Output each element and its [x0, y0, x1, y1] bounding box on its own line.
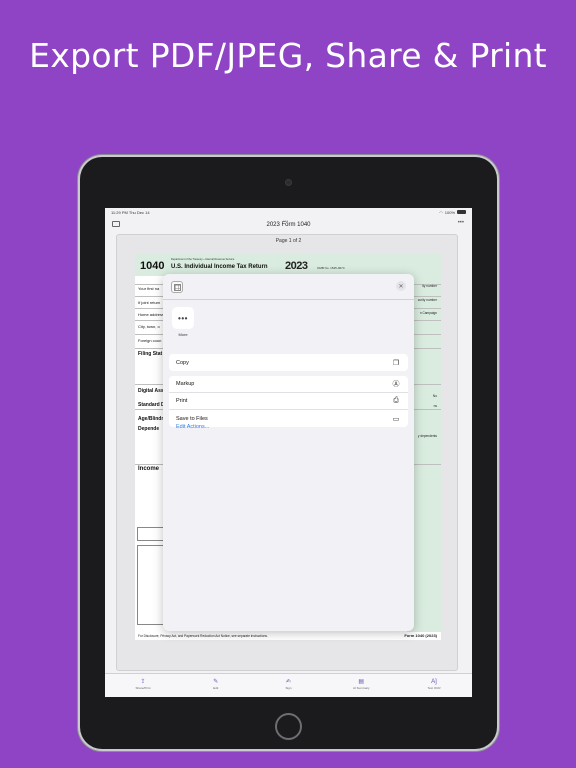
tab-ai-summary[interactable]: ▤ AI Summary: [331, 678, 391, 697]
action-label: Print: [176, 398, 188, 404]
action-label: Save to Files: [176, 415, 208, 422]
form-label: Filing Stat: [138, 351, 163, 357]
form-deduction-box: [137, 545, 165, 625]
status-right: ◠ 100%: [439, 210, 466, 215]
form-number: 1040: [140, 260, 165, 272]
form-label: If joint return: [138, 300, 161, 305]
page-indicator: Page 1 of 2: [275, 238, 302, 244]
form-right-label: ity number: [422, 284, 437, 288]
status-bar: 11:29 PM Thu Dec 14 ◠ 100%: [105, 208, 472, 216]
nav-bar: ••• 2023 Form 1040 •••: [105, 218, 472, 232]
action-label: Markup: [176, 381, 195, 387]
form-agency: Department of the Treasury—Internal Reve…: [171, 258, 235, 261]
document-thumbnail: [171, 281, 183, 293]
wifi-icon: ◠: [439, 209, 443, 215]
printer-icon: ⎙: [393, 397, 399, 404]
screen: 11:29 PM Thu Dec 14 ◠ 100% ••• 2023 Form…: [105, 208, 472, 697]
copy-icon: ❐: [392, 359, 400, 367]
headline: Export PDF/JPEG, Share & Print: [29, 36, 547, 75]
more-apps-button[interactable]: •••: [172, 307, 194, 329]
tab-edit[interactable]: ✎ Edit: [186, 678, 246, 697]
markup-icon: Ⓐ: [392, 381, 400, 388]
form-title: U.S. Individual Income Tax Return: [171, 264, 268, 270]
sheet-divider: [163, 299, 414, 300]
form-header: 1040 Department of the Treasury—Internal…: [135, 254, 441, 276]
copy-action[interactable]: Copy ❐: [169, 354, 408, 371]
multitask-dots[interactable]: •••: [283, 219, 288, 225]
battery-icon: [457, 210, 466, 214]
camera: [285, 179, 292, 186]
document-title: 2023 Form 1040: [266, 222, 311, 228]
share-sheet: ✕ ••• More Copy ❐ Markup Ⓐ Print ⎙ Save …: [163, 274, 414, 631]
home-button[interactable]: [275, 713, 302, 740]
edit-actions-link[interactable]: Edit Actions...: [176, 424, 209, 430]
form-omb: OMB No. 1545-0074: [317, 266, 345, 270]
tab-sign[interactable]: ✍ Sign: [259, 678, 319, 697]
form-right-label: No: [432, 394, 437, 398]
print-action[interactable]: Print ⎙: [169, 393, 408, 410]
form-label: Foreign coun: [138, 338, 162, 343]
form-label: Depende: [138, 426, 160, 432]
table-icon: [173, 283, 181, 291]
ipad-device: 11:29 PM Thu Dec 14 ◠ 100% ••• 2023 Form…: [80, 157, 497, 749]
tab-text-ocr[interactable]: A] Text OCR: [404, 678, 464, 697]
action-label: Copy: [176, 359, 189, 366]
action-group-copy: Copy ❐: [169, 354, 408, 371]
form-right-label: curity number: [417, 298, 437, 302]
form-label: Your first na: [138, 286, 160, 291]
folder-icon: ▭: [392, 415, 400, 423]
form-footer-right: Form 1040 (2023): [404, 633, 437, 638]
form-attach-box: [137, 527, 165, 541]
sign-icon: ✍: [285, 679, 292, 685]
status-time: 11:29 PM Thu Dec 14: [111, 209, 150, 215]
form-right-label: y dependents: [417, 434, 437, 438]
form-label: Income: [138, 466, 160, 472]
share-icon: ⇪: [140, 679, 146, 685]
markup-action[interactable]: Markup Ⓐ: [169, 376, 408, 393]
ellipsis-icon: •••: [178, 313, 188, 323]
action-group-main: Markup Ⓐ Print ⎙ Save to Files ▭: [169, 376, 408, 427]
form-label: Home address: [138, 312, 165, 317]
more-apps-label: More: [178, 332, 188, 337]
more-menu-icon[interactable]: •••: [458, 220, 464, 226]
ai-summary-icon: ▤: [358, 679, 365, 685]
text-ocr-icon: A]: [431, 679, 437, 685]
tab-share-print[interactable]: ⇪ Share/Print: [113, 678, 173, 697]
form-right-label: ns: [433, 404, 437, 408]
form-year: 2023: [285, 260, 308, 272]
form-footer: For Disclosure, Privacy Act, and Paperwo…: [138, 634, 268, 638]
form-right-label: n Campaign: [419, 311, 437, 315]
sidebar-toggle-icon[interactable]: [112, 221, 120, 227]
form-label: City, town, o: [138, 324, 160, 329]
tab-bar: ⇪ Share/Print ✎ Edit ✍ Sign ▤ AI Summary…: [105, 673, 472, 697]
battery-percent: 100%: [444, 209, 455, 215]
edit-icon: ✎: [213, 679, 219, 685]
close-button[interactable]: ✕: [396, 281, 406, 291]
close-icon: ✕: [398, 283, 404, 290]
